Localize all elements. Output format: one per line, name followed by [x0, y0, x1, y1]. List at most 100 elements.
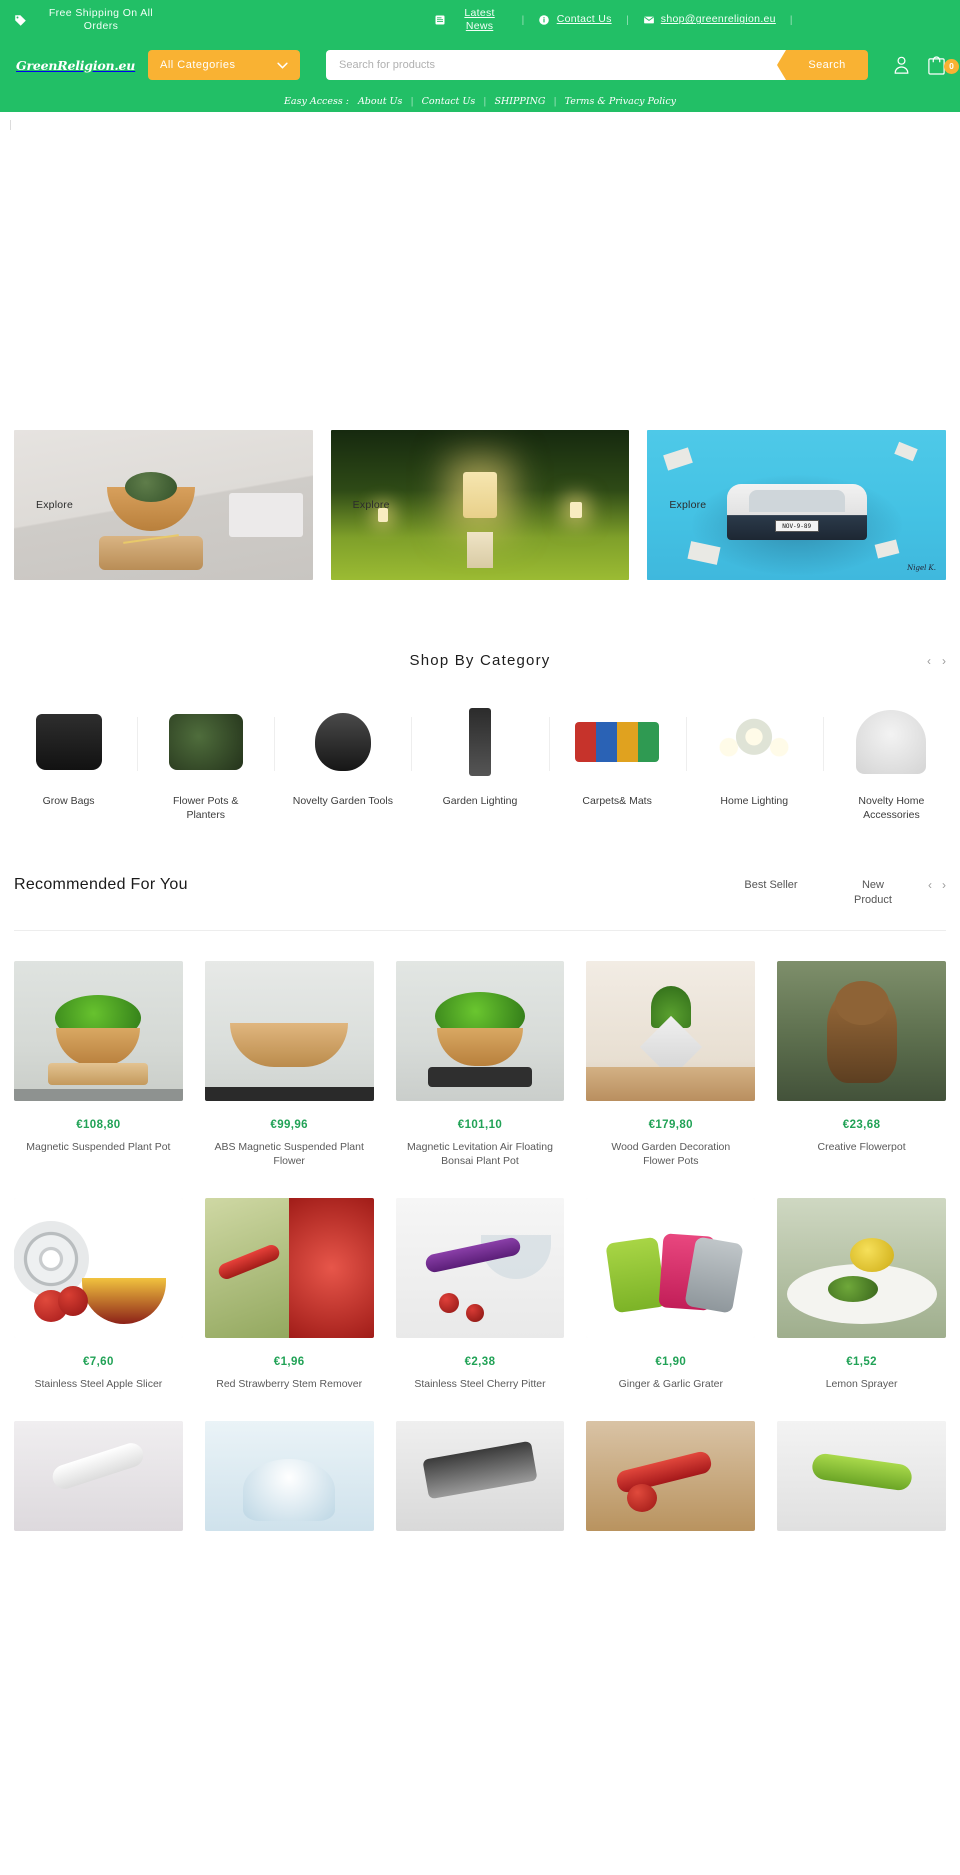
account-link[interactable]: [892, 55, 911, 75]
easy-access-separator: |: [553, 95, 557, 107]
free-shipping-text: Free Shipping On All Orders: [48, 6, 154, 32]
product-card[interactable]: €101,10 Magnetic Levitation Air Floating…: [395, 960, 565, 1168]
product-image[interactable]: [395, 1421, 565, 1532]
product-image[interactable]: [586, 960, 756, 1101]
home-light-thumb: [708, 703, 800, 781]
product-price: €2,38: [464, 1356, 496, 1369]
product-name[interactable]: Magnetic Levitation Air Floating Bonsai …: [405, 1140, 555, 1168]
product-image[interactable]: [777, 960, 946, 1101]
category-item-label: Novelty Home Accessories: [858, 795, 925, 821]
category-item-home-lighting[interactable]: Home Lighting: [685, 703, 823, 822]
banner-garden-lighting[interactable]: Explore: [330, 430, 630, 580]
product-image[interactable]: [395, 960, 565, 1101]
category-select-value: All Categories: [160, 59, 236, 71]
product-image[interactable]: [777, 1421, 946, 1532]
product-card[interactable]: [204, 1421, 374, 1558]
product-name[interactable]: Stainless Steel Cherry Pitter: [414, 1377, 545, 1391]
product-image[interactable]: [204, 960, 374, 1101]
product-card[interactable]: €99,96 ABS Magnetic Suspended Plant Flow…: [204, 960, 374, 1168]
banner-levitating-plant-pot[interactable]: Explore: [14, 430, 313, 580]
tab-new-product[interactable]: New Product: [844, 878, 902, 908]
top-link-email[interactable]: shop@greenreligion.eu: [643, 13, 776, 26]
product-image[interactable]: [204, 1198, 374, 1339]
banner-explore-label: Explore: [352, 499, 390, 511]
product-price: €108,80: [76, 1118, 121, 1131]
easy-access-about-us[interactable]: About Us: [358, 96, 403, 107]
product-image[interactable]: [14, 1198, 183, 1339]
category-item-novelty-home-accessories[interactable]: Novelty Home Accessories: [822, 703, 960, 822]
top-link-label: Contact Us: [556, 13, 612, 26]
top-announcement-bar: Free Shipping On All Orders Latest News …: [0, 0, 960, 40]
shop-by-category-section: Shop By Category ‹ › Grow Bags Flower Po…: [0, 580, 960, 822]
category-item-novelty-garden-tools[interactable]: Novelty Garden Tools: [274, 703, 411, 822]
top-utility-links: Latest News | Contact Us | shop@greenrel…: [314, 7, 926, 33]
top-link-separator: |: [521, 14, 525, 26]
product-image[interactable]: [14, 1421, 183, 1532]
product-name[interactable]: Ginger & Garlic Grater: [619, 1377, 723, 1391]
product-card[interactable]: €23,68 Creative Flowerpot: [777, 960, 946, 1168]
recommended-section: Recommended For You Best Seller New Prod…: [0, 822, 960, 1558]
product-grid-row-3: [14, 1391, 946, 1558]
product-card[interactable]: €1,52 Lemon Sprayer: [777, 1198, 946, 1391]
product-card[interactable]: €1,90 Ginger & Garlic Grater: [586, 1198, 756, 1391]
product-card[interactable]: [586, 1421, 756, 1558]
product-image[interactable]: [777, 1198, 946, 1339]
recommended-prev-arrow[interactable]: ‹: [928, 879, 932, 891]
search-input[interactable]: [326, 50, 786, 80]
product-name[interactable]: ABS Magnetic Suspended Plant Flower: [214, 1140, 364, 1168]
product-grid-row-2: €7,60 Stainless Steel Apple Slicer €1,96…: [14, 1168, 946, 1391]
category-item-garden-lighting[interactable]: Garden Lighting: [411, 703, 548, 822]
product-name[interactable]: Magnetic Suspended Plant Pot: [26, 1140, 170, 1154]
category-carousel-arrows: ‹ ›: [927, 655, 946, 667]
product-card[interactable]: €2,38 Stainless Steel Cherry Pitter: [395, 1198, 565, 1391]
product-name[interactable]: Wood Garden Decoration Flower Pots: [596, 1140, 746, 1168]
tab-best-seller[interactable]: Best Seller: [742, 878, 800, 893]
chevron-down-icon: [277, 62, 288, 69]
easy-access-separator: |: [483, 95, 487, 107]
category-item-grow-bags[interactable]: Grow Bags: [0, 703, 137, 822]
garden-light-thumb: [434, 703, 526, 781]
product-image[interactable]: [14, 960, 183, 1101]
banner-artist-signature: Nigel K.: [907, 564, 937, 572]
category-item-carpets-mats[interactable]: Carpets& Mats: [548, 703, 686, 822]
category-prev-arrow[interactable]: ‹: [927, 655, 931, 667]
recommended-next-arrow[interactable]: ›: [942, 879, 946, 891]
product-card[interactable]: €7,60 Stainless Steel Apple Slicer: [14, 1198, 183, 1391]
top-link-latest-news[interactable]: Latest News: [434, 7, 508, 33]
banner-wall-art-car[interactable]: NOV-9-89 Nigel K. Explore: [647, 430, 947, 580]
product-image[interactable]: [204, 1421, 374, 1532]
site-logo[interactable]: GreenReligion.eu: [14, 53, 135, 77]
category-select[interactable]: All Categories: [148, 50, 300, 80]
cart-count-badge: 0: [944, 58, 959, 74]
hero-slider-region[interactable]: [0, 112, 960, 430]
search-button[interactable]: Search: [777, 50, 868, 80]
category-item-label: Garden Lighting: [442, 795, 518, 807]
easy-access-terms-privacy[interactable]: Terms & Privacy Policy: [565, 96, 676, 107]
product-card[interactable]: [395, 1421, 565, 1558]
product-name[interactable]: Creative Flowerpot: [818, 1140, 906, 1154]
product-image[interactable]: [586, 1421, 756, 1532]
product-image[interactable]: [586, 1198, 756, 1339]
category-item-flower-pots[interactable]: Flower Pots & Planters: [137, 703, 274, 822]
category-item-label: Flower Pots & Planters: [173, 795, 239, 821]
banner-explore-label: Explore: [36, 499, 74, 511]
easy-access-contact-us[interactable]: Contact Us: [422, 96, 476, 107]
product-name[interactable]: Red Strawberry Stem Remover: [216, 1377, 362, 1391]
category-next-arrow[interactable]: ›: [942, 655, 946, 667]
product-card[interactable]: [14, 1421, 183, 1558]
product-name[interactable]: Stainless Steel Apple Slicer: [34, 1377, 162, 1391]
product-card[interactable]: [777, 1421, 946, 1558]
product-card[interactable]: €1,96 Red Strawberry Stem Remover: [204, 1198, 374, 1391]
cart-link[interactable]: 0: [927, 55, 959, 76]
category-item-label: Novelty Garden Tools: [292, 795, 393, 807]
easy-access-shipping[interactable]: SHIPPING: [494, 96, 545, 107]
product-name[interactable]: Lemon Sprayer: [826, 1377, 898, 1391]
product-card[interactable]: €179,80 Wood Garden Decoration Flower Po…: [586, 960, 756, 1168]
news-icon: [435, 15, 445, 25]
top-link-contact-us[interactable]: Contact Us: [538, 13, 612, 26]
product-card[interactable]: €108,80 Magnetic Suspended Plant Pot: [14, 960, 183, 1168]
recommended-title: Recommended For You: [14, 876, 188, 894]
product-price: €23,68: [842, 1118, 881, 1131]
search-bar: Search: [326, 50, 868, 80]
product-image[interactable]: [395, 1198, 565, 1339]
